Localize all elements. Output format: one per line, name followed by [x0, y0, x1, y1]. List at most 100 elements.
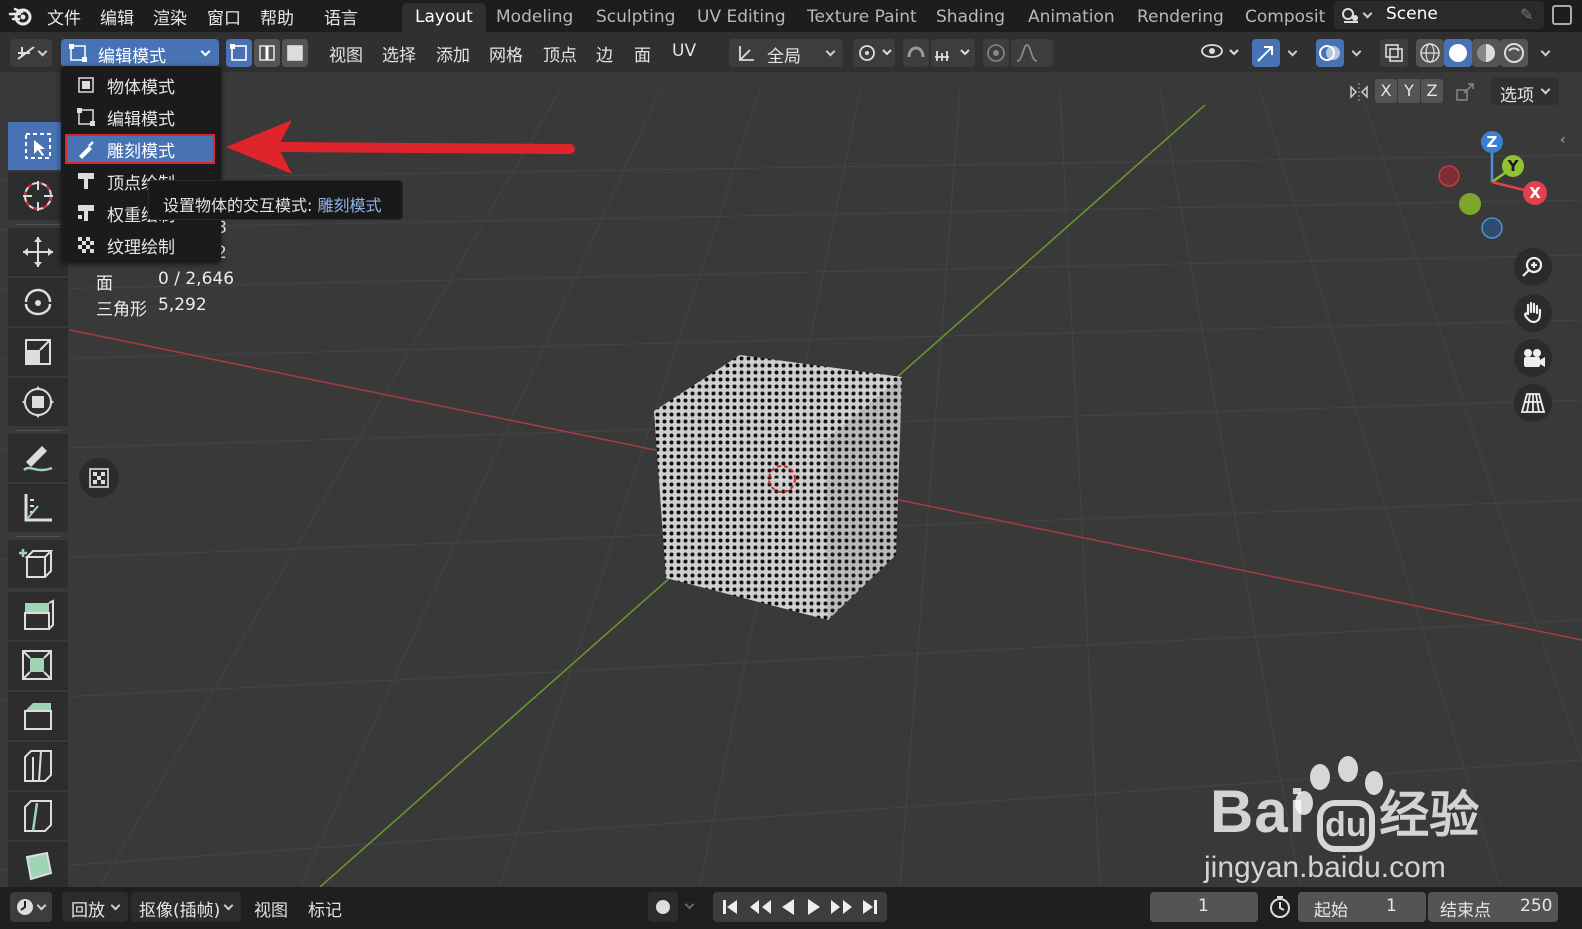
tool-move[interactable]	[8, 228, 68, 276]
blender-logo-icon[interactable]	[8, 4, 34, 28]
prev-keyframe-icon[interactable]	[747, 896, 773, 918]
tool-measure[interactable]	[8, 484, 68, 532]
dropdown-item-sculpt-mode[interactable]: 雕刻模式	[65, 134, 215, 164]
menu-window[interactable]: 窗口	[207, 4, 241, 29]
chevron-down-icon[interactable]	[1287, 46, 1298, 57]
face-select-button[interactable]	[282, 39, 308, 67]
tab-uv-editing[interactable]: UV Editing	[684, 3, 799, 32]
mirror-icon[interactable]	[1348, 81, 1370, 103]
tool-select-box[interactable]	[8, 122, 68, 170]
scene-selector[interactable]: Scene ✎	[1334, 1, 1544, 29]
preview-range-icon[interactable]	[1268, 895, 1292, 919]
gizmo-y-axis[interactable]: Y	[1502, 155, 1524, 177]
menu-render[interactable]: 渲染	[153, 4, 187, 29]
tab-modeling[interactable]: Modeling	[483, 3, 586, 32]
header-menu-select[interactable]: 选择	[382, 41, 416, 66]
snap-target-selector[interactable]	[931, 39, 975, 67]
tool-rotate[interactable]	[8, 278, 68, 326]
zoom-button[interactable]	[1514, 248, 1552, 286]
timeline-menu-marker[interactable]: 标记	[308, 896, 342, 921]
chevron-down-icon[interactable]	[1351, 46, 1362, 57]
snap-toggle[interactable]	[903, 39, 929, 67]
chevron-down-icon[interactable]	[1540, 46, 1551, 57]
xray-toggle[interactable]	[1380, 39, 1408, 67]
shading-rendered-button[interactable]	[1500, 39, 1528, 67]
vertex-select-button[interactable]	[226, 39, 252, 67]
editor-type-button[interactable]	[10, 39, 52, 67]
playback-menu[interactable]: 回放	[62, 892, 128, 922]
menu-edit[interactable]: 编辑	[100, 4, 134, 29]
new-scene-icon[interactable]	[1552, 5, 1572, 25]
tab-rendering[interactable]: Rendering	[1124, 3, 1237, 32]
tool-loop-cut[interactable]	[8, 742, 68, 790]
tab-sculpting[interactable]: Sculpting	[583, 3, 688, 32]
tool-poly-build[interactable]	[8, 842, 68, 890]
auto-merge-icon[interactable]	[1454, 81, 1476, 103]
header-menu-edge[interactable]: 边	[596, 41, 613, 66]
tool-add-cube[interactable]	[8, 540, 68, 588]
jump-end-icon[interactable]	[859, 896, 881, 918]
auto-keying-toggle[interactable]	[648, 892, 678, 922]
timeline-menu-view[interactable]: 视图	[254, 896, 288, 921]
end-frame-field[interactable]: 结束点 250	[1428, 892, 1558, 922]
checker-icon[interactable]	[79, 458, 119, 498]
sidebar-toggle-icon[interactable]: ‹	[1560, 132, 1566, 148]
start-frame-field[interactable]: 起始 1	[1298, 892, 1426, 922]
dropdown-item-edit-mode[interactable]: 编辑模式	[65, 102, 215, 132]
edge-select-button[interactable]	[254, 39, 280, 67]
play-icon[interactable]	[803, 896, 825, 918]
header-menu-mesh[interactable]: 网格	[489, 41, 523, 66]
tool-bevel[interactable]	[8, 692, 68, 740]
menu-file[interactable]: 文件	[47, 4, 81, 29]
mirror-z-toggle[interactable]: Z	[1421, 79, 1443, 103]
options-button[interactable]: 选项	[1491, 78, 1559, 106]
gizmo-x-axis[interactable]: X	[1523, 181, 1547, 205]
tab-animation[interactable]: Animation	[1015, 3, 1128, 32]
tool-extrude[interactable]	[8, 592, 68, 640]
transform-orientation-selector[interactable]: 全局	[729, 39, 843, 67]
gizmo-toggle[interactable]	[1252, 39, 1280, 67]
mirror-x-toggle[interactable]: X	[1375, 79, 1397, 103]
tab-layout[interactable]: Layout	[402, 3, 486, 32]
tool-transform[interactable]	[8, 378, 68, 426]
tab-compositing[interactable]: Composit	[1232, 3, 1338, 32]
timeline-editor-type-button[interactable]	[10, 892, 52, 922]
mode-selector[interactable]: 编辑模式	[61, 39, 219, 67]
tool-cursor[interactable]	[8, 172, 68, 220]
shading-solid-button[interactable]	[1444, 39, 1472, 67]
falloff-selector[interactable]	[1011, 39, 1053, 67]
tool-inset[interactable]	[8, 642, 68, 690]
camera-view-button[interactable]	[1514, 339, 1552, 377]
tab-texture-paint[interactable]: Texture Paint	[794, 3, 930, 32]
keying-menu[interactable]: 抠像(插帧)	[131, 892, 241, 922]
header-menu-view[interactable]: 视图	[329, 41, 363, 66]
header-menu-face[interactable]: 面	[634, 41, 651, 66]
menu-language[interactable]: 语言	[324, 4, 358, 29]
shading-material-button[interactable]	[1472, 39, 1500, 67]
tool-knife[interactable]	[8, 792, 68, 840]
gizmo-z-axis[interactable]: Z	[1481, 131, 1503, 153]
mirror-y-toggle[interactable]: Y	[1398, 79, 1420, 103]
pin-icon[interactable]: ✎	[1520, 5, 1533, 24]
mesh-cube[interactable]	[640, 355, 910, 625]
shading-wireframe-button[interactable]	[1416, 39, 1444, 67]
tab-shading[interactable]: Shading	[923, 3, 1018, 32]
pivot-point-selector[interactable]	[853, 39, 895, 67]
play-reverse-icon[interactable]	[777, 896, 799, 918]
menu-help[interactable]: 帮助	[260, 4, 294, 29]
pan-button[interactable]	[1514, 294, 1552, 332]
proportional-edit-toggle[interactable]	[983, 39, 1009, 67]
next-keyframe-icon[interactable]	[829, 896, 855, 918]
tool-annotate[interactable]	[8, 434, 68, 482]
header-menu-vertex[interactable]: 顶点	[543, 41, 577, 66]
header-menu-uv[interactable]: UV	[672, 41, 696, 61]
dropdown-item-object-mode[interactable]: 物体模式	[65, 70, 215, 100]
tool-scale[interactable]	[8, 328, 68, 376]
visibility-selector[interactable]	[1198, 39, 1244, 67]
current-frame-field[interactable]: 1	[1150, 892, 1258, 922]
dropdown-item-texture-paint[interactable]: 纹理绘制	[65, 230, 215, 260]
overlays-toggle[interactable]	[1316, 39, 1344, 67]
perspective-toggle-button[interactable]	[1514, 384, 1552, 422]
chevron-down-icon[interactable]	[684, 899, 695, 910]
header-menu-add[interactable]: 添加	[436, 41, 470, 66]
